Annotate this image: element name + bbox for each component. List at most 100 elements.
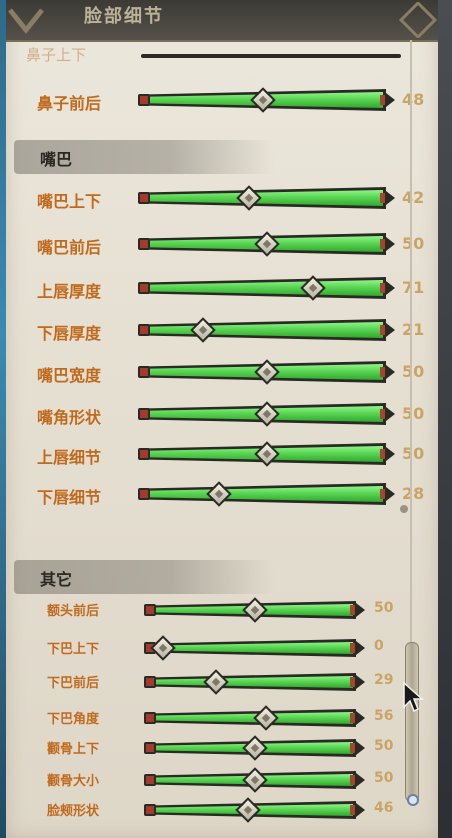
section-header: 其它 (14, 560, 274, 594)
slider-track[interactable] (144, 705, 365, 731)
slider-thumb[interactable] (254, 359, 280, 385)
slider-max-cap-icon (380, 449, 385, 459)
slider-min-cap-icon (138, 408, 150, 420)
slider-track[interactable] (138, 481, 395, 507)
slider-max-cap-icon (350, 605, 355, 615)
slider-row: 脸颊形状 46 (14, 794, 424, 828)
section-title: 其它 (40, 570, 73, 589)
slider-max-arrow-icon[interactable] (386, 237, 395, 251)
slider-track[interactable] (138, 401, 395, 427)
slider-thumb[interactable] (242, 735, 268, 761)
slider-max-arrow-icon[interactable] (356, 675, 365, 689)
slider-track[interactable] (138, 87, 395, 113)
scrollbar-end-icon[interactable] (407, 794, 419, 806)
slider-max-arrow-icon[interactable] (356, 741, 365, 755)
slider-value: 0 (374, 638, 384, 654)
slider-track[interactable] (138, 359, 395, 385)
partial-slider-track (141, 54, 401, 58)
slider-track[interactable] (138, 231, 395, 257)
slider-label: 上唇细节 (36, 448, 101, 467)
slider-max-arrow-icon[interactable] (386, 447, 395, 461)
slider-min-cap-icon (144, 804, 156, 816)
slider-min-cap-icon (138, 238, 150, 250)
slider-min-cap-icon (144, 604, 156, 616)
slider-max-arrow-icon[interactable] (386, 93, 395, 107)
slider-max-cap-icon (380, 239, 385, 249)
slider-label: 颧骨大小 (46, 774, 99, 789)
slider-thumb[interactable] (242, 767, 268, 793)
slider-thumb[interactable] (254, 441, 280, 467)
slider-value: 50 (374, 738, 394, 754)
slider-max-arrow-icon[interactable] (386, 487, 395, 501)
slider-row: 颧骨大小 50 (14, 764, 424, 798)
mouse-cursor-icon (403, 681, 424, 713)
slider-thumb[interactable] (205, 481, 232, 507)
slider-label: 嘴巴前后 (36, 238, 101, 257)
slider-label: 嘴巴上下 (36, 192, 101, 211)
slider-max-cap-icon (350, 643, 355, 653)
slider-track[interactable] (144, 669, 365, 695)
panel-title: 脸部细节 (84, 6, 164, 27)
slider-max-cap-icon (380, 95, 385, 105)
slider-thumb[interactable] (234, 797, 261, 823)
slider-max-arrow-icon[interactable] (386, 407, 395, 421)
slider-track[interactable] (144, 735, 365, 761)
slider-max-cap-icon (380, 367, 385, 377)
corner-ornament-icon (398, 2, 438, 38)
slider-track[interactable] (138, 185, 395, 211)
slider-label: 脸颊形状 (46, 804, 99, 819)
slider-value: 50 (374, 770, 394, 786)
slider-thumb[interactable] (254, 231, 280, 257)
slider-thumb[interactable] (190, 317, 216, 343)
slider-max-cap-icon (380, 193, 385, 203)
slider-max-arrow-icon[interactable] (356, 641, 365, 655)
slider-max-arrow-icon[interactable] (386, 365, 395, 379)
slider-label: 鼻子前后 (36, 94, 101, 113)
slider-max-arrow-icon[interactable] (356, 803, 365, 817)
slider-min-cap-icon (138, 366, 150, 378)
slider-label: 颧骨上下 (46, 742, 99, 757)
slider-min-cap-icon (144, 676, 156, 688)
slider-max-arrow-icon[interactable] (356, 711, 365, 725)
slider-thumb[interactable] (254, 401, 280, 427)
slider-track[interactable] (138, 275, 395, 301)
slider-label: 下唇厚度 (36, 324, 101, 343)
face-detail-panel: 脸部细节 鼻子上下 鼻子前后 48 嘴巴 嘴巴上下 42 嘴巴前后 50 上唇厚度 71 下唇厚度… (6, 0, 438, 838)
slider-max-cap-icon (350, 775, 355, 785)
slider-track[interactable] (144, 597, 365, 623)
slider-value: 56 (374, 708, 394, 724)
slider-max-cap-icon (350, 713, 355, 723)
slider-max-arrow-icon[interactable] (356, 603, 365, 617)
slider-max-arrow-icon[interactable] (386, 281, 395, 295)
slider-max-cap-icon (380, 283, 385, 293)
slider-row: 嘴巴宽度 50 (14, 356, 424, 390)
monitor-bezel-right (438, 0, 452, 838)
slider-max-arrow-icon[interactable] (386, 191, 395, 205)
slider-max-cap-icon (350, 805, 355, 815)
slider-thumb[interactable] (249, 87, 276, 113)
slider-track[interactable] (138, 317, 395, 343)
slider-row: 下巴上下 0 (14, 632, 424, 666)
slider-row: 额头前后 50 (14, 594, 424, 628)
slider-max-arrow-icon[interactable] (356, 773, 365, 787)
slider-thumb[interactable] (242, 597, 268, 623)
slider-thumb[interactable] (203, 669, 230, 695)
partial-row-label: 鼻子上下 (26, 46, 87, 64)
slider-thumb[interactable] (236, 185, 263, 211)
section-title: 嘴巴 (40, 150, 73, 169)
slider-label: 上唇厚度 (36, 282, 101, 301)
slider-max-cap-icon (350, 677, 355, 687)
slider-min-cap-icon (138, 324, 150, 336)
slider-max-arrow-icon[interactable] (386, 323, 395, 337)
slider-min-cap-icon (138, 94, 150, 106)
scrollbar-thumb[interactable] (405, 642, 419, 802)
slider-track[interactable] (144, 635, 365, 661)
slider-row: 下唇厚度 21 (14, 314, 424, 348)
slider-track[interactable] (144, 767, 365, 793)
slider-track[interactable] (138, 441, 395, 467)
slider-thumb[interactable] (150, 635, 176, 661)
slider-track[interactable] (144, 797, 365, 823)
slider-thumb[interactable] (253, 705, 279, 731)
slider-row: 下巴前后 29 (14, 666, 424, 700)
slider-max-cap-icon (380, 409, 385, 419)
